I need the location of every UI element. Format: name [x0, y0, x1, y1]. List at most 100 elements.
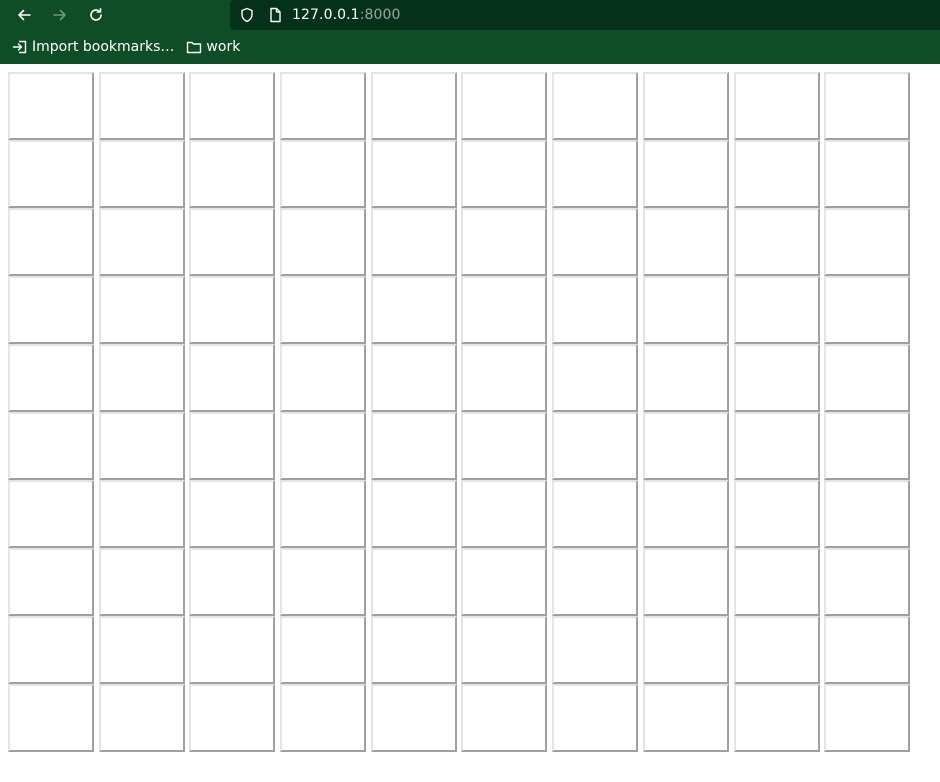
- grid-cell[interactable]: [461, 276, 548, 344]
- grid-cell[interactable]: [370, 684, 457, 752]
- grid-cell[interactable]: [461, 548, 548, 616]
- grid-cell[interactable]: [8, 616, 94, 684]
- grid-cell[interactable]: [98, 616, 185, 684]
- grid-cell[interactable]: [824, 548, 911, 616]
- grid-cell[interactable]: [642, 140, 729, 208]
- grid-cell[interactable]: [189, 616, 276, 684]
- grid-cell[interactable]: [461, 140, 548, 208]
- grid-cell[interactable]: [642, 480, 729, 548]
- grid-cell[interactable]: [552, 684, 639, 752]
- grid-cell[interactable]: [461, 480, 548, 548]
- url-bar[interactable]: 127.0.0.1:8000: [230, 0, 940, 30]
- grid-cell[interactable]: [8, 344, 94, 412]
- grid-cell[interactable]: [552, 208, 639, 276]
- grid-cell[interactable]: [824, 208, 911, 276]
- grid-cell[interactable]: [642, 72, 729, 140]
- grid-cell[interactable]: [189, 276, 276, 344]
- grid-cell[interactable]: [552, 616, 639, 684]
- grid-cell[interactable]: [461, 72, 548, 140]
- grid-cell[interactable]: [824, 412, 911, 480]
- grid-cell[interactable]: [733, 412, 820, 480]
- grid-cell[interactable]: [98, 548, 185, 616]
- grid-cell[interactable]: [280, 276, 367, 344]
- grid-cell[interactable]: [552, 344, 639, 412]
- grid-cell[interactable]: [733, 684, 820, 752]
- grid-cell[interactable]: [370, 412, 457, 480]
- grid-cell[interactable]: [189, 344, 276, 412]
- reload-button[interactable]: [84, 3, 108, 27]
- grid-cell[interactable]: [98, 208, 185, 276]
- grid-cell[interactable]: [733, 140, 820, 208]
- grid-cell[interactable]: [733, 276, 820, 344]
- grid-cell[interactable]: [642, 548, 729, 616]
- grid-cell[interactable]: [461, 344, 548, 412]
- grid-cell[interactable]: [98, 412, 185, 480]
- grid-cell[interactable]: [642, 276, 729, 344]
- grid-cell[interactable]: [98, 140, 185, 208]
- grid-cell[interactable]: [642, 684, 729, 752]
- grid-cell[interactable]: [189, 208, 276, 276]
- grid-cell[interactable]: [280, 412, 367, 480]
- grid-cell[interactable]: [461, 616, 548, 684]
- grid-cell[interactable]: [824, 480, 911, 548]
- grid-cell[interactable]: [189, 684, 276, 752]
- grid-cell[interactable]: [8, 684, 94, 752]
- grid-cell[interactable]: [552, 276, 639, 344]
- grid-cell[interactable]: [461, 412, 548, 480]
- grid-cell[interactable]: [824, 140, 911, 208]
- grid-cell[interactable]: [98, 276, 185, 344]
- grid-cell[interactable]: [189, 480, 276, 548]
- grid-cell[interactable]: [642, 616, 729, 684]
- bookmark-work[interactable]: work: [186, 39, 240, 55]
- grid-cell[interactable]: [824, 616, 911, 684]
- grid-cell[interactable]: [733, 208, 820, 276]
- grid-cell[interactable]: [461, 684, 548, 752]
- grid-cell[interactable]: [824, 684, 911, 752]
- grid-cell[interactable]: [733, 344, 820, 412]
- grid-cell[interactable]: [8, 276, 94, 344]
- grid-cell[interactable]: [552, 548, 639, 616]
- grid-cell[interactable]: [280, 344, 367, 412]
- shield-icon[interactable]: [238, 6, 256, 24]
- grid-cell[interactable]: [370, 276, 457, 344]
- grid-cell[interactable]: [461, 208, 548, 276]
- grid-cell[interactable]: [370, 208, 457, 276]
- grid-cell[interactable]: [824, 276, 911, 344]
- grid-cell[interactable]: [824, 72, 911, 140]
- back-button[interactable]: [12, 3, 36, 27]
- grid-cell[interactable]: [98, 684, 185, 752]
- grid-cell[interactable]: [189, 548, 276, 616]
- grid-cell[interactable]: [280, 616, 367, 684]
- grid-cell[interactable]: [552, 140, 639, 208]
- grid-cell[interactable]: [280, 72, 367, 140]
- grid-cell[interactable]: [98, 344, 185, 412]
- grid-cell[interactable]: [8, 208, 94, 276]
- grid-cell[interactable]: [370, 72, 457, 140]
- grid-cell[interactable]: [370, 140, 457, 208]
- grid-cell[interactable]: [642, 344, 729, 412]
- grid-cell[interactable]: [733, 616, 820, 684]
- grid-cell[interactable]: [642, 208, 729, 276]
- grid-cell[interactable]: [370, 616, 457, 684]
- page-icon[interactable]: [266, 6, 284, 24]
- grid-cell[interactable]: [280, 548, 367, 616]
- grid-cell[interactable]: [8, 140, 94, 208]
- grid-cell[interactable]: [733, 548, 820, 616]
- grid-cell[interactable]: [8, 548, 94, 616]
- grid-cell[interactable]: [280, 208, 367, 276]
- grid-cell[interactable]: [733, 72, 820, 140]
- grid-cell[interactable]: [280, 684, 367, 752]
- grid-cell[interactable]: [552, 480, 639, 548]
- forward-button[interactable]: [48, 3, 72, 27]
- grid-cell[interactable]: [8, 412, 94, 480]
- grid-cell[interactable]: [189, 412, 276, 480]
- grid-cell[interactable]: [370, 548, 457, 616]
- grid-cell[interactable]: [8, 480, 94, 548]
- grid-cell[interactable]: [642, 412, 729, 480]
- grid-cell[interactable]: [552, 72, 639, 140]
- grid-cell[interactable]: [552, 412, 639, 480]
- grid-cell[interactable]: [98, 72, 185, 140]
- grid-cell[interactable]: [280, 480, 367, 548]
- grid-cell[interactable]: [8, 72, 94, 140]
- grid-cell[interactable]: [189, 72, 276, 140]
